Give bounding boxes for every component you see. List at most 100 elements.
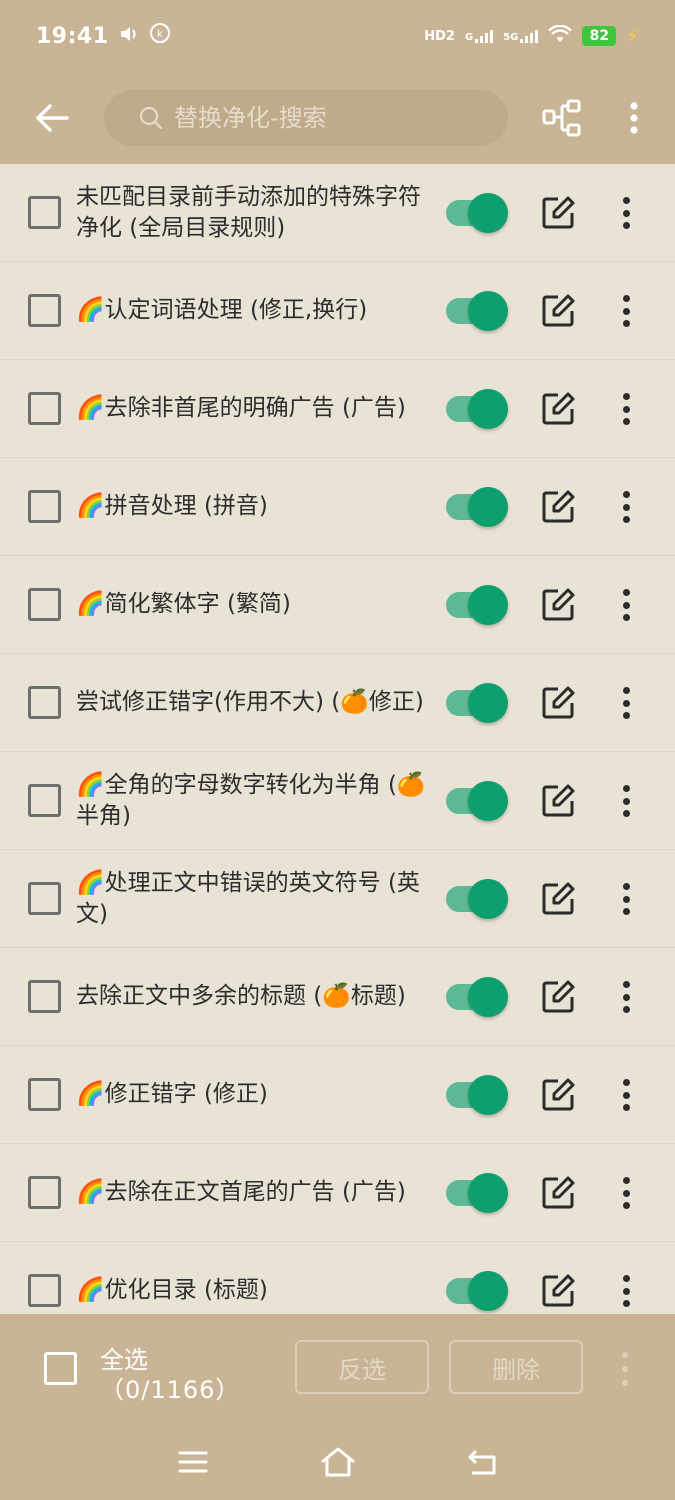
row-checkbox[interactable] <box>28 784 61 817</box>
invert-selection-button[interactable]: 反选 <box>295 1340 429 1394</box>
edit-icon[interactable] <box>540 587 576 623</box>
enable-toggle[interactable] <box>446 487 508 527</box>
row-more-button[interactable] <box>612 1271 640 1311</box>
edit-icon[interactable] <box>540 195 576 231</box>
group-button[interactable] <box>526 72 598 164</box>
rule-name: 🌈优化目录 (标题) <box>76 1277 268 1303</box>
enable-toggle[interactable] <box>446 781 508 821</box>
enable-toggle[interactable] <box>446 1173 508 1213</box>
list-item[interactable]: 去除正文中多余的标题 (🍊标题) <box>0 948 675 1046</box>
list-item[interactable]: 🌈拼音处理 (拼音) <box>0 458 675 556</box>
row-checkbox[interactable] <box>28 1274 61 1307</box>
delete-button[interactable]: 删除 <box>449 1340 583 1394</box>
row-more-button[interactable] <box>612 291 640 331</box>
signal-icon-g: G <box>464 29 494 43</box>
edit-icon[interactable] <box>540 489 576 525</box>
enable-toggle[interactable] <box>446 879 508 919</box>
edit-icon[interactable] <box>540 979 576 1015</box>
row-checkbox[interactable] <box>28 1078 61 1111</box>
status-time: 19:41 <box>36 23 109 49</box>
enable-toggle[interactable] <box>446 585 508 625</box>
enable-toggle[interactable] <box>446 193 508 233</box>
list-item[interactable]: 🌈认定词语处理 (修正,换行) <box>0 262 675 360</box>
volume-icon <box>119 25 139 48</box>
rule-name: 🌈去除非首尾的明确广告 (广告) <box>76 395 406 421</box>
rule-name: 尝试修正错字(作用不大) (🍊修正) <box>76 689 424 715</box>
system-back-button[interactable] <box>453 1437 513 1487</box>
list-item[interactable]: 🌈优化目录 (标题) <box>0 1242 675 1314</box>
list-item[interactable]: 🌈去除非首尾的明确广告 (广告) <box>0 360 675 458</box>
enable-toggle[interactable] <box>446 291 508 331</box>
row-checkbox[interactable] <box>28 686 61 719</box>
list-item[interactable]: 🌈简化繁体字 (繁简) <box>0 556 675 654</box>
group-tree-icon <box>542 99 581 137</box>
enable-toggle[interactable] <box>446 389 508 429</box>
row-more-button[interactable] <box>612 1075 640 1115</box>
rule-name: 未匹配目录前手动添加的特殊字符净化 (全局目录规则) <box>76 184 421 241</box>
list-item[interactable]: 🌈处理正文中错误的英文符号 (英文) <box>0 850 675 948</box>
home-button[interactable] <box>308 1437 368 1487</box>
hd-indicator: HD2 <box>424 28 455 44</box>
row-more-button[interactable] <box>612 389 640 429</box>
row-more-button[interactable] <box>612 683 640 723</box>
back-button[interactable] <box>0 72 104 164</box>
more-vertical-icon <box>630 102 638 134</box>
menu-icon <box>178 1451 207 1473</box>
return-icon <box>468 1449 495 1475</box>
edit-icon[interactable] <box>540 1175 576 1211</box>
row-checkbox[interactable] <box>28 588 61 621</box>
rule-name: 🌈修正错字 (修正) <box>76 1081 268 1107</box>
list-item[interactable]: 🌈全角的字母数字转化为半角 (🍊半角) <box>0 752 675 850</box>
system-nav-bar <box>0 1424 675 1500</box>
rule-name: 🌈处理正文中错误的英文符号 (英文) <box>76 870 420 927</box>
search-box[interactable] <box>104 90 508 146</box>
enable-toggle[interactable] <box>446 977 508 1017</box>
charging-icon: ⚡ <box>626 25 639 47</box>
arrow-left-icon <box>36 104 69 132</box>
row-more-button[interactable] <box>612 585 640 625</box>
enable-toggle[interactable] <box>446 683 508 723</box>
enable-toggle[interactable] <box>446 1271 508 1311</box>
wifi-icon <box>548 24 573 47</box>
edit-icon[interactable] <box>540 293 576 329</box>
row-checkbox[interactable] <box>28 1176 61 1209</box>
list-item[interactable]: 尝试修正错字(作用不大) (🍊修正) <box>0 654 675 752</box>
list-item[interactable]: 未匹配目录前手动添加的特殊字符净化 (全局目录规则) <box>0 164 675 262</box>
bottom-more-button[interactable] <box>620 1352 630 1386</box>
signal-label-g: G <box>464 32 474 43</box>
row-more-button[interactable] <box>612 487 640 527</box>
row-checkbox[interactable] <box>28 294 61 327</box>
row-more-button[interactable] <box>612 781 640 821</box>
edit-icon[interactable] <box>540 881 576 917</box>
select-all-checkbox[interactable] <box>44 1352 77 1385</box>
signal-icon-5g: 5G <box>503 29 539 43</box>
rule-name: 🌈认定词语处理 (修正,换行) <box>76 297 368 323</box>
row-more-button[interactable] <box>612 879 640 919</box>
row-checkbox[interactable] <box>28 882 61 915</box>
list-item[interactable]: 🌈修正错字 (修正) <box>0 1046 675 1144</box>
row-more-button[interactable] <box>612 1173 640 1213</box>
edit-icon[interactable] <box>540 1273 576 1309</box>
selection-count: （0/1166） <box>100 1376 241 1404</box>
edit-icon[interactable] <box>540 783 576 819</box>
row-checkbox[interactable] <box>28 392 61 425</box>
overflow-menu-button[interactable] <box>598 72 670 164</box>
enable-toggle[interactable] <box>446 1075 508 1115</box>
edit-icon[interactable] <box>540 685 576 721</box>
row-checkbox[interactable] <box>28 196 61 229</box>
row-checkbox[interactable] <box>28 980 61 1013</box>
list-item[interactable]: 🌈去除在正文首尾的广告 (广告) <box>0 1144 675 1242</box>
selection-action-bar: 全选 （0/1166） 反选 删除 <box>0 1314 675 1424</box>
search-icon <box>139 106 163 130</box>
search-input[interactable] <box>174 104 494 132</box>
status-bar: 19:41 k HD2 G 5G 82 ⚡ <box>0 0 675 72</box>
row-checkbox[interactable] <box>28 490 61 523</box>
row-more-button[interactable] <box>612 193 640 233</box>
edit-icon[interactable] <box>540 391 576 427</box>
battery-indicator: 82 <box>582 26 617 46</box>
recent-apps-button[interactable] <box>163 1437 223 1487</box>
edit-icon[interactable] <box>540 1077 576 1113</box>
rule-name: 🌈去除在正文首尾的广告 (广告) <box>76 1179 406 1205</box>
row-more-button[interactable] <box>612 977 640 1017</box>
svg-text:k: k <box>157 29 163 40</box>
